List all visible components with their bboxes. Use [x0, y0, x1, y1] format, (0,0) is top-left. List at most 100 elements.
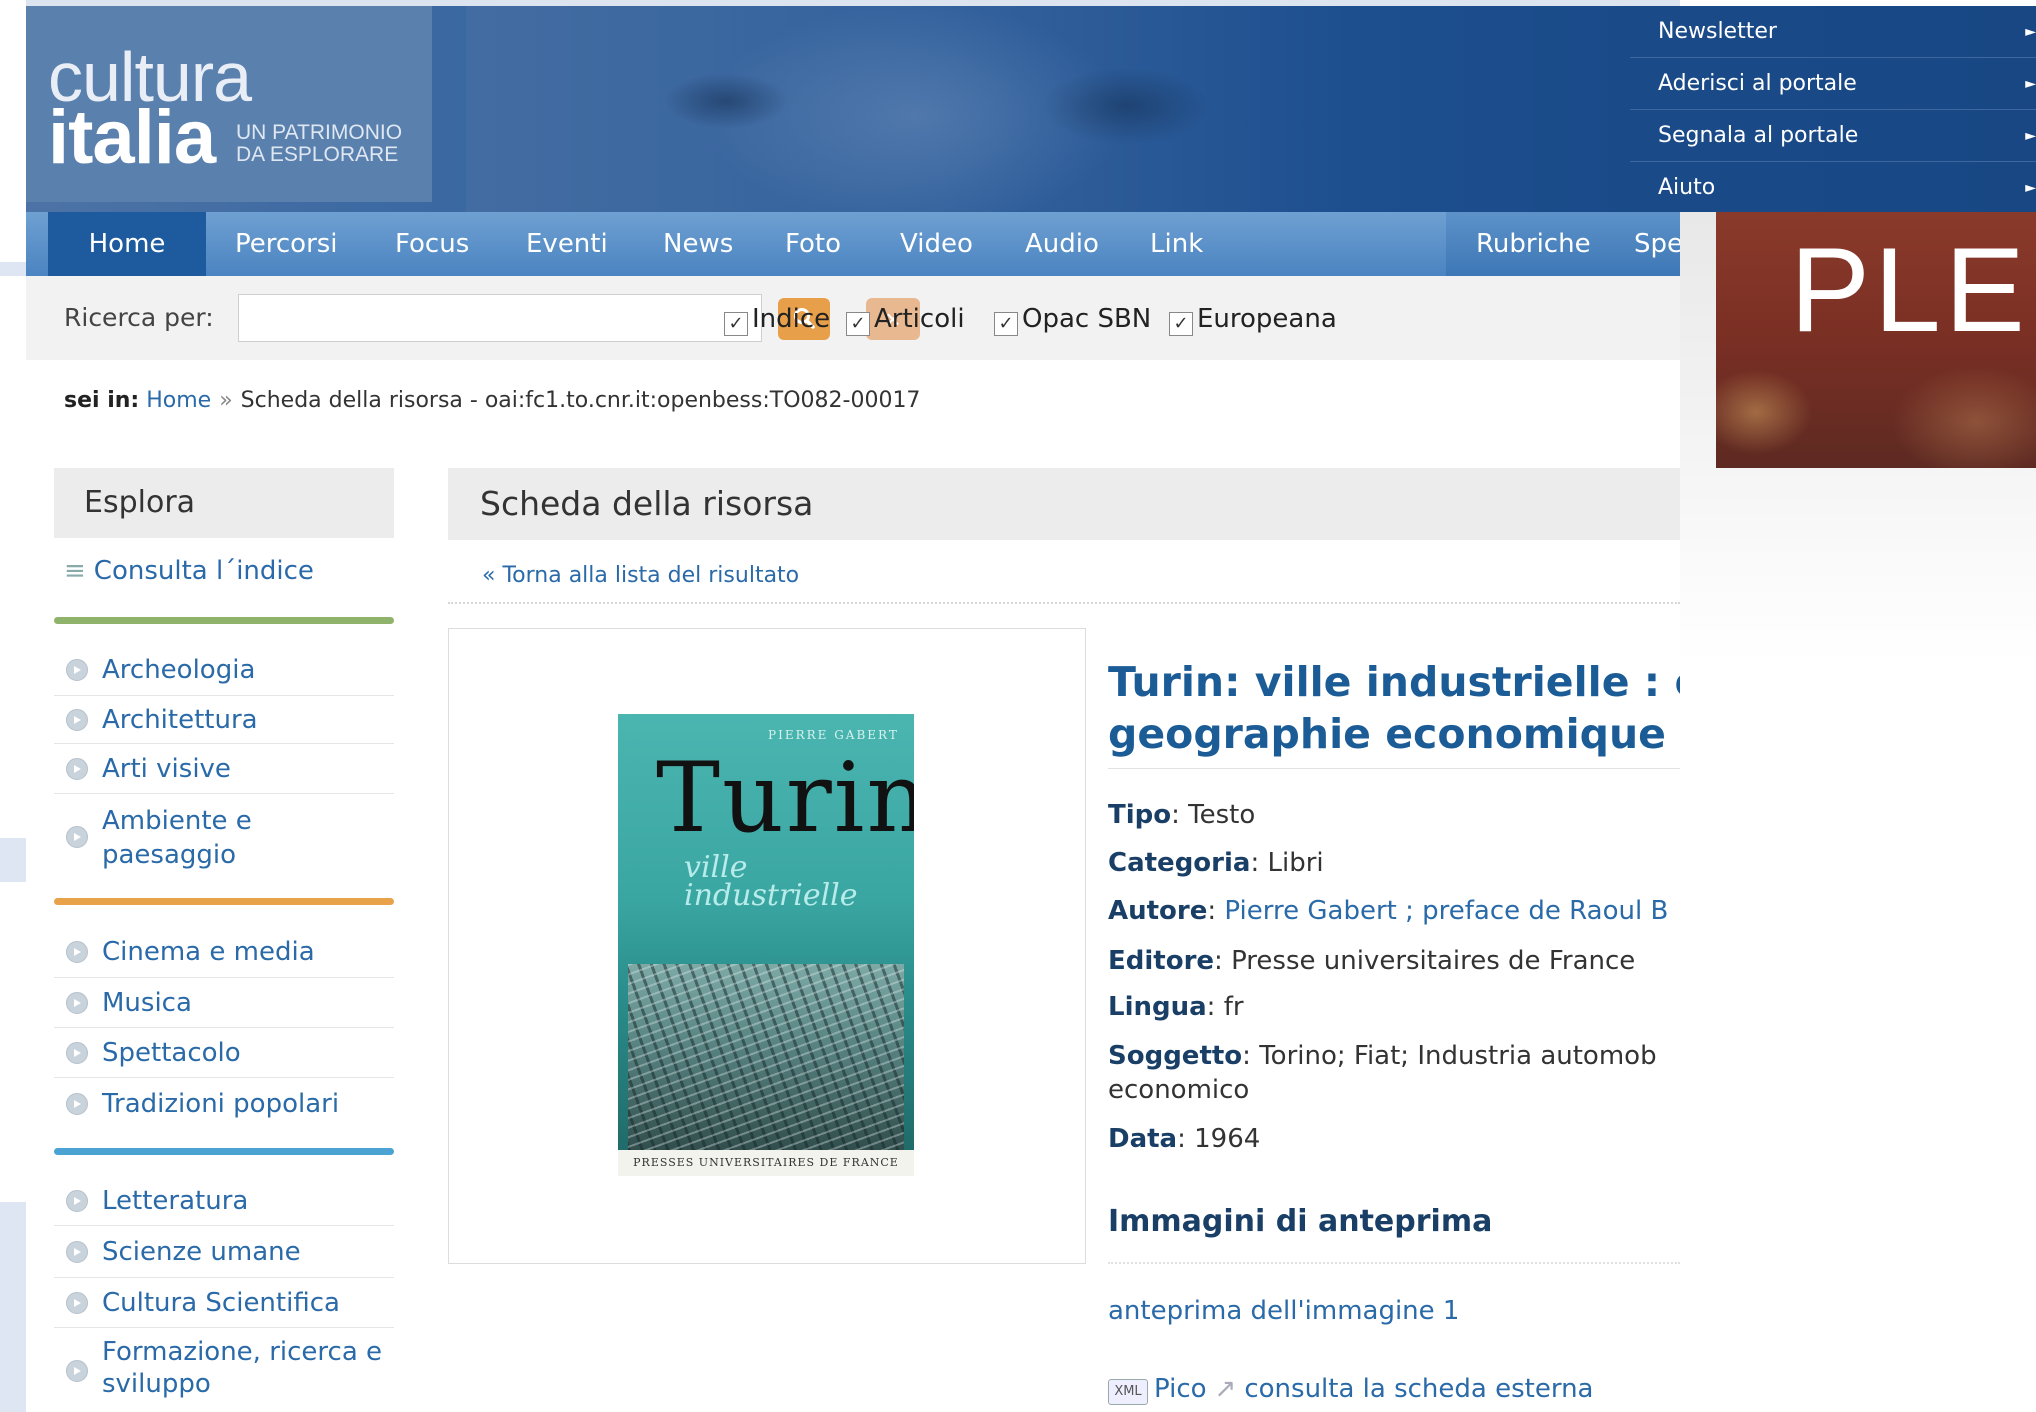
field-value: fr [1223, 992, 1244, 1022]
arrow-right-icon: ► [2025, 180, 2036, 196]
resource-title-line2: geographie economique et [1108, 710, 1680, 758]
field-label: Autore [1108, 896, 1208, 926]
checkbox-checked-icon: ✓ [724, 312, 748, 336]
checkbox-indice[interactable]: ✓ Indice [724, 304, 830, 336]
site-header: cultura italia UN PATRIMONIO DA ESPLORAR… [26, 0, 1680, 212]
group-divider-orange [54, 898, 394, 905]
sidebar-item-label: Letteratura [102, 1186, 249, 1216]
nav-eventi[interactable]: Eventi [526, 212, 608, 276]
toplink-aiuto[interactable]: Aiuto ► [1630, 162, 2036, 213]
cover-publisher: PRESSES UNIVERSITAIRES DE FRANCE [618, 1150, 914, 1176]
field-data: Data: 1964 [1108, 1124, 1261, 1154]
nav-foto[interactable]: Foto [785, 212, 841, 276]
sidebar-item-label: Arti visive [102, 754, 231, 784]
field-soggetto: Soggetto: Torino; Fiat; Industria automo… [1108, 1041, 1657, 1105]
bullet-arrow-icon [66, 709, 88, 731]
sidebar-item-label: Formazione, ricerca e sviluppo [102, 1337, 383, 1399]
field-value: Testo [1188, 800, 1256, 830]
checkbox-checked-icon: ✓ [846, 312, 870, 336]
nav-percorsi[interactable]: Percorsi [235, 212, 338, 276]
nav-audio[interactable]: Audio [1025, 212, 1099, 276]
sidebar-item-label: Spettacolo [102, 1038, 241, 1068]
divider [1108, 768, 1680, 769]
search-input[interactable] [238, 294, 762, 342]
nav-home[interactable]: Home [48, 212, 206, 276]
toplink-aderisci[interactable]: Aderisci al portale ► [1630, 58, 2036, 110]
sidebar-item-scienze-umane[interactable]: Scienze umane [54, 1226, 394, 1278]
toplink-label: Aiuto [1658, 175, 1716, 200]
cover-aerial-photo [628, 964, 904, 1150]
field-label: Data [1108, 1124, 1178, 1154]
search-bar: Ricerca per: × ✓ Indice ✓ Articoli ✓ Opac S… [26, 276, 1680, 360]
resource-title: Turin: ville industrielle : et geographi… [1108, 656, 1680, 760]
breadcrumb-home-link[interactable]: Home [146, 388, 211, 413]
sidebar-item-formazione[interactable]: Formazione, ricerca e sviluppo [54, 1332, 394, 1412]
toplink-label: Newsletter [1658, 19, 1777, 44]
left-decoration [0, 262, 26, 276]
sidebar-item-label: Cultura Scientifica [102, 1288, 340, 1318]
sidebar-item-cultura-scientifica[interactable]: Cultura Scientifica [54, 1278, 394, 1328]
book-cover-image[interactable]: PIERRE GABERT Turin ville industrielle P… [618, 714, 914, 1176]
logo-tagline-line2: DA ESPLORARE [236, 143, 399, 166]
sidebar-item-arti-visive[interactable]: Arti visive [54, 744, 394, 794]
breadcrumb-prefix: sei in: [64, 388, 140, 413]
toplink-newsletter[interactable]: Newsletter ► [1630, 6, 2036, 58]
sidebar-item-architettura[interactable]: Architettura [54, 696, 394, 744]
logo-tagline: UN PATRIMONIO DA ESPLORARE [236, 122, 402, 166]
consulta-indice-label: Consulta l´indice [93, 556, 314, 586]
cover-subtitle-line2: industrielle [684, 878, 858, 913]
sidebar-item-letteratura[interactable]: Letteratura [54, 1176, 394, 1226]
nav-speciali[interactable]: Spe [1634, 212, 1683, 276]
arrow-right-icon: ► [2025, 128, 2036, 144]
promo-image-text: PLE [1790, 223, 2029, 357]
bullet-arrow-icon [66, 826, 88, 848]
bullet-arrow-icon [66, 1292, 88, 1314]
field-tipo: Tipo: Testo [1108, 800, 1256, 830]
field-editore: Editore: Presse universitaires de France [1108, 946, 1636, 976]
sidebar-item-ambiente-paesaggio[interactable]: Ambiente e paesaggio [54, 796, 394, 878]
cover-title: Turin [656, 742, 914, 854]
nav-link[interactable]: Link [1150, 212, 1203, 276]
left-decoration [0, 838, 26, 882]
nav-focus[interactable]: Focus [395, 212, 469, 276]
promo-image[interactable]: PLE [1716, 212, 2036, 468]
pico-link[interactable]: Pico [1154, 1374, 1207, 1404]
sidebar-item-cinema-media[interactable]: Cinema e media [54, 928, 394, 978]
sidebar-item-label: Scienze umane [102, 1237, 301, 1267]
divider [1108, 1262, 1680, 1264]
nav-news[interactable]: News [663, 212, 733, 276]
checkbox-articoli[interactable]: ✓ Articoli [846, 304, 965, 336]
toplink-label: Segnala al portale [1658, 123, 1859, 148]
sidebar-item-spettacolo[interactable]: Spettacolo [54, 1028, 394, 1078]
cover-subtitle: ville industrielle [684, 853, 858, 913]
author-link[interactable]: Pierre Gabert ; preface de Raoul B [1224, 896, 1668, 926]
checkbox-label: Articoli [874, 304, 965, 334]
checkbox-opac-sbn[interactable]: ✓ Opac SBN [994, 304, 1151, 336]
consulta-indice-link[interactable]: ≡ Consulta l´indice [64, 556, 314, 586]
logo-tagline-line1: UN PATRIMONIO [236, 121, 403, 144]
bullet-arrow-icon [66, 1093, 88, 1115]
external-record-link[interactable]: consulta la scheda esterna [1244, 1374, 1593, 1404]
bullet-arrow-icon [66, 941, 88, 963]
toplink-segnala[interactable]: Segnala al portale ► [1630, 110, 2036, 162]
sidebar-item-tradizioni-popolari[interactable]: Tradizioni popolari [54, 1078, 394, 1128]
bullet-arrow-icon [66, 1241, 88, 1263]
nav-rubriche[interactable]: Rubriche [1476, 212, 1591, 276]
cover-author: PIERRE GABERT [768, 728, 899, 742]
field-value-continued: economico [1108, 1075, 1250, 1105]
checkbox-label: Europeana [1197, 304, 1337, 334]
site-logo[interactable]: cultura italia UN PATRIMONIO DA ESPLORAR… [26, 6, 432, 202]
sidebar-item-archeologia[interactable]: Archeologia [54, 648, 394, 696]
sidebar-item-label: Architettura [102, 705, 258, 735]
nav-video[interactable]: Video [900, 212, 973, 276]
sidebar-item-musica[interactable]: Musica [54, 978, 394, 1028]
bullet-arrow-icon [66, 1042, 88, 1064]
group-divider-blue [54, 1148, 394, 1155]
preview-image-link[interactable]: anteprima dell'immagine 1 [1108, 1296, 1459, 1326]
page-title: Scheda della risorsa [448, 468, 1680, 540]
arrow-right-icon: ► [2025, 76, 2036, 92]
breadcrumb: sei in: Home » Scheda della risorsa - oai:… [64, 388, 920, 413]
logo-text-italia: italia [48, 95, 216, 180]
back-to-results-link[interactable]: « Torna alla lista del risultato [482, 563, 799, 588]
checkbox-europeana[interactable]: ✓ Europeana [1169, 304, 1337, 336]
